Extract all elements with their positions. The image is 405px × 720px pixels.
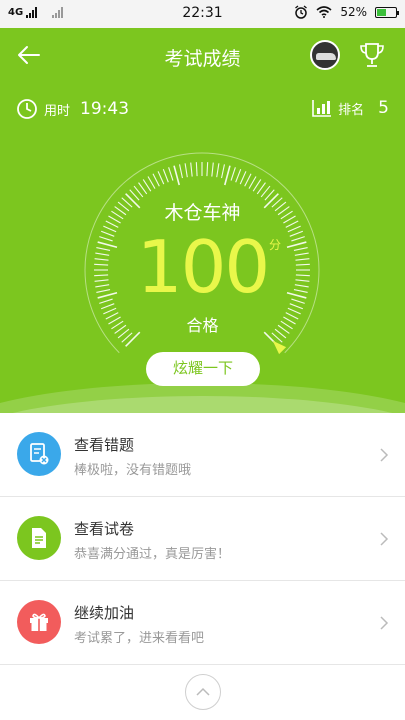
- gauge-tick: [239, 171, 247, 185]
- gauge-tick: [157, 171, 165, 185]
- score-value: 100: [136, 225, 270, 309]
- gauge-tick: [152, 173, 160, 187]
- gauge-tick: [168, 167, 174, 181]
- list-item-subtitle: 考试累了，进来看看吧: [74, 631, 205, 646]
- wifi-icon: [316, 6, 332, 18]
- pass-status: 合格: [186, 316, 219, 335]
- gauge-tick: [224, 165, 231, 186]
- battery-icon: [375, 6, 399, 18]
- chevron-up-icon: [196, 687, 210, 696]
- bar-chart-icon: [312, 100, 332, 117]
- icon-circle: [17, 432, 61, 476]
- status-bar: 4G 22:31 52%: [0, 0, 405, 28]
- icon-circle: [17, 516, 61, 560]
- rank: 排名 5: [312, 98, 389, 118]
- gauge-tick: [235, 168, 242, 183]
- icon-circle: [17, 600, 61, 644]
- gauge-tick: [256, 182, 266, 195]
- document-icon: [32, 528, 46, 548]
- gauge-tick: [230, 167, 236, 181]
- list-item-subtitle: 恭喜满分通过，真是厉害！: [74, 547, 231, 562]
- list-item-title: 查看试卷: [74, 520, 135, 538]
- gauge-tick: [248, 176, 257, 189]
- rank-value: 5: [378, 98, 389, 118]
- clock-icon: [17, 99, 37, 119]
- time-used: 用时 19:43: [16, 98, 129, 120]
- gauge-tick: [252, 179, 262, 192]
- list-item-wrong-questions[interactable]: 查看错题 棒极啦，没有错题哦: [0, 413, 405, 497]
- time-value: 19:43: [80, 99, 130, 119]
- gift-icon: [30, 613, 48, 631]
- gauge-tick: [184, 163, 188, 178]
- gauge-tick: [179, 164, 183, 179]
- gauge-tick: [216, 163, 220, 178]
- score-unit: 分: [269, 238, 282, 252]
- error-list-icon: [30, 443, 49, 465]
- share-button[interactable]: 炫耀一下: [146, 352, 260, 386]
- gauge-tick: [138, 182, 148, 195]
- gauge-tick: [142, 179, 152, 192]
- alarm-icon: [295, 5, 308, 19]
- player-name: 木仓车神: [164, 202, 241, 224]
- gauge-tick: [162, 168, 169, 183]
- list-item-subtitle: 棒极啦，没有错题哦: [74, 463, 192, 478]
- gauge-tick: [195, 162, 198, 177]
- action-list: 查看错题 棒极啦，没有错题哦 查看试卷 恭喜满分通过，真是厉害！ 继续加油 考试…: [0, 413, 405, 665]
- time-label: 用时: [44, 103, 71, 119]
- gauge-tick: [147, 176, 156, 189]
- trophy-icon[interactable]: [357, 40, 387, 70]
- avatar[interactable]: [310, 40, 340, 70]
- gauge-tick: [221, 164, 225, 179]
- chevron-right-icon: [380, 448, 389, 462]
- battery-percent: 52%: [340, 5, 367, 19]
- page-title: 考试成绩: [164, 48, 241, 70]
- list-item-view-paper[interactable]: 查看试卷 恭喜满分通过，真是厉害！: [0, 497, 405, 581]
- gauge-tick: [173, 165, 180, 186]
- gauge-tick: [244, 173, 252, 187]
- gauge-tick: [211, 162, 214, 177]
- list-item-title: 继续加油: [74, 604, 135, 622]
- gauge-tick: [206, 162, 209, 177]
- status-icons: 52%: [294, 5, 399, 19]
- rank-label: 排名: [338, 102, 365, 118]
- scroll-up-button[interactable]: [185, 674, 221, 710]
- gauge-pointer: [272, 340, 287, 355]
- score-panel: 考试成绩 用时 19:43 排名 5 木仓车神 100 分 合格 炫耀一下: [0, 28, 405, 413]
- list-item-title: 查看错题: [74, 436, 135, 454]
- list-item-keep-going[interactable]: 继续加油 考试累了，进来看看吧: [0, 581, 405, 665]
- chevron-right-icon: [380, 532, 389, 546]
- gauge-tick: [190, 162, 193, 177]
- chevron-right-icon: [380, 616, 389, 630]
